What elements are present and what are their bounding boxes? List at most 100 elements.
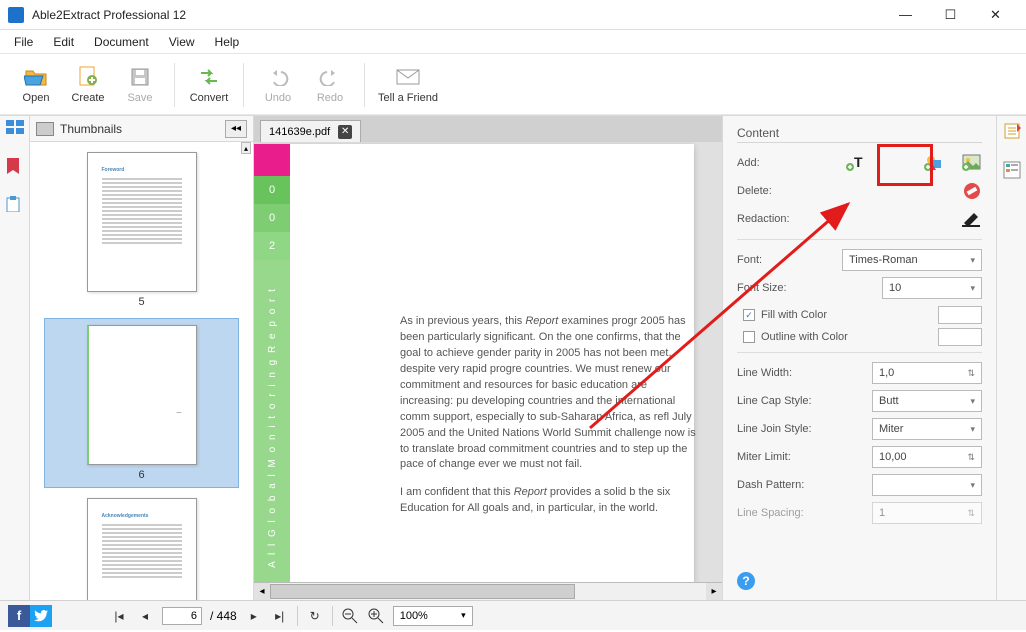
- next-page-button[interactable]: ▸: [245, 607, 263, 625]
- thumbnails-header: Thumbnails ◂◂: [30, 116, 253, 142]
- redo-icon: [318, 65, 342, 89]
- thumb-label: 5: [138, 296, 144, 308]
- add-shape-icon[interactable]: [924, 153, 944, 173]
- open-label: Open: [23, 92, 50, 104]
- font-combobox[interactable]: Times-Roman▾: [842, 249, 982, 271]
- outline-color-swatch[interactable]: [938, 328, 982, 346]
- tab-bar: 141639e.pdf ✕: [254, 116, 722, 142]
- toolbar-separator: [174, 63, 175, 107]
- fontsize-combobox[interactable]: 10▾: [882, 277, 982, 299]
- close-button[interactable]: ✕: [973, 1, 1018, 29]
- tab-label: 141639e.pdf: [269, 126, 330, 138]
- toolbar-separator: [364, 63, 365, 107]
- delete-label: Delete:: [737, 185, 819, 197]
- minimize-button[interactable]: —: [883, 1, 928, 29]
- dash-combobox[interactable]: ▾: [872, 474, 982, 496]
- thumb-scroll-up[interactable]: ▴: [241, 142, 251, 154]
- linewidth-input[interactable]: 1,0⇅: [872, 362, 982, 384]
- title-bar: Able2Extract Professional 12 — ☐ ✕: [0, 0, 1026, 30]
- page-number-input[interactable]: [162, 607, 202, 625]
- properties-rail-button[interactable]: [1003, 122, 1021, 143]
- toolbar: Open Create Save Convert Undo Redo Tell …: [0, 54, 1026, 116]
- tell-friend-button[interactable]: Tell a Friend: [375, 59, 441, 111]
- redaction-icon[interactable]: [962, 209, 982, 229]
- save-button[interactable]: Save: [116, 59, 164, 111]
- document-area: 141639e.pdf ✕ 0 0 2 A l l G l o b a l M …: [254, 116, 722, 600]
- outline-color-label: Outline with Color: [761, 331, 848, 343]
- linespacing-input[interactable]: 1⇅: [872, 502, 982, 524]
- toolbar-separator: [243, 63, 244, 107]
- file-new-icon: [76, 65, 100, 89]
- fill-color-checkbox[interactable]: ✓: [743, 309, 755, 321]
- fill-color-swatch[interactable]: [938, 306, 982, 324]
- convert-icon: [197, 65, 221, 89]
- page-nav: |◂ ◂ / 448 ▸ ▸|: [110, 607, 289, 625]
- tab-close-icon[interactable]: ✕: [338, 125, 352, 139]
- add-image-icon[interactable]: [962, 153, 982, 173]
- convert-button[interactable]: Convert: [185, 59, 233, 111]
- convert-label: Convert: [190, 92, 229, 104]
- scroll-right-icon[interactable]: ▸: [706, 583, 722, 600]
- add-text-icon[interactable]: T: [846, 153, 866, 173]
- undo-icon: [266, 65, 290, 89]
- prev-page-button[interactable]: ◂: [136, 607, 154, 625]
- bookmark-rail-button[interactable]: [6, 158, 24, 174]
- font-label: Font:: [737, 254, 819, 266]
- thumbnail-5[interactable]: Foreword 5: [44, 152, 239, 308]
- create-label: Create: [71, 92, 104, 104]
- redaction-label: Redaction:: [737, 213, 819, 225]
- dash-label: Dash Pattern:: [737, 479, 819, 491]
- facebook-button[interactable]: f: [8, 605, 30, 627]
- last-page-button[interactable]: ▸|: [271, 607, 289, 625]
- delete-icon[interactable]: [962, 181, 982, 201]
- help-icon[interactable]: ?: [737, 572, 755, 590]
- redo-button[interactable]: Redo: [306, 59, 354, 111]
- first-page-button[interactable]: |◂: [110, 607, 128, 625]
- thumbnail-7[interactable]: Acknowledgements: [44, 498, 239, 600]
- fill-color-label: Fill with Color: [761, 309, 827, 321]
- document-tab[interactable]: 141639e.pdf ✕: [260, 120, 361, 142]
- undo-button[interactable]: Undo: [254, 59, 302, 111]
- add-label: Add:: [737, 157, 819, 169]
- document-viewport[interactable]: 0 0 2 A l l G l o b a l M o n i t o r i …: [254, 142, 722, 600]
- zoom-out-button[interactable]: [341, 607, 359, 625]
- linecap-label: Line Cap Style:: [737, 395, 819, 407]
- maximize-button[interactable]: ☐: [928, 1, 973, 29]
- menu-view[interactable]: View: [159, 32, 205, 52]
- form-rail-button[interactable]: [1003, 161, 1021, 182]
- linecap-combobox[interactable]: Butt▾: [872, 390, 982, 412]
- collapse-thumbs-button[interactable]: ◂◂: [225, 120, 247, 138]
- menu-edit[interactable]: Edit: [43, 32, 84, 52]
- horizontal-scrollbar[interactable]: ◂ ▸: [254, 582, 722, 600]
- thumbnails-rail-button[interactable]: [6, 120, 24, 136]
- thumbnails-title: Thumbnails: [60, 122, 219, 136]
- menu-file[interactable]: File: [4, 32, 43, 52]
- fontsize-label: Font Size:: [737, 282, 819, 294]
- menu-document[interactable]: Document: [84, 32, 159, 52]
- outline-color-checkbox[interactable]: [743, 331, 755, 343]
- envelope-icon: [396, 65, 420, 89]
- svg-text:T: T: [854, 154, 863, 170]
- rotate-button[interactable]: ↻: [306, 607, 324, 625]
- miterlimit-input[interactable]: 10,00⇅: [872, 446, 982, 468]
- page-view: 0 0 2 A l l G l o b a l M o n i t o r i …: [254, 144, 694, 594]
- linewidth-label: Line Width:: [737, 367, 819, 379]
- open-button[interactable]: Open: [12, 59, 60, 111]
- create-button[interactable]: Create: [64, 59, 112, 111]
- miterlimit-label: Miter Limit:: [737, 451, 819, 463]
- linespacing-label: Line Spacing:: [737, 507, 819, 519]
- thumbnail-6[interactable]: — 6: [44, 318, 239, 488]
- thumbnails-list[interactable]: ▴ Foreword 5 — 6 Acknowledgements: [30, 142, 253, 600]
- folder-open-icon: [24, 65, 48, 89]
- left-rail: [0, 116, 30, 600]
- page-spine: 0 0 2 A l l G l o b a l M o n i t o r i …: [254, 144, 290, 594]
- twitter-button[interactable]: [30, 605, 52, 627]
- scroll-thumb[interactable]: [270, 584, 575, 599]
- menu-help[interactable]: Help: [205, 32, 250, 52]
- clipboard-rail-button[interactable]: [6, 196, 24, 212]
- right-rail: [996, 116, 1026, 600]
- scroll-left-icon[interactable]: ◂: [254, 583, 270, 600]
- zoom-in-button[interactable]: [367, 607, 385, 625]
- linejoin-combobox[interactable]: Miter▾: [872, 418, 982, 440]
- zoom-combobox[interactable]: 100%▾: [393, 606, 473, 626]
